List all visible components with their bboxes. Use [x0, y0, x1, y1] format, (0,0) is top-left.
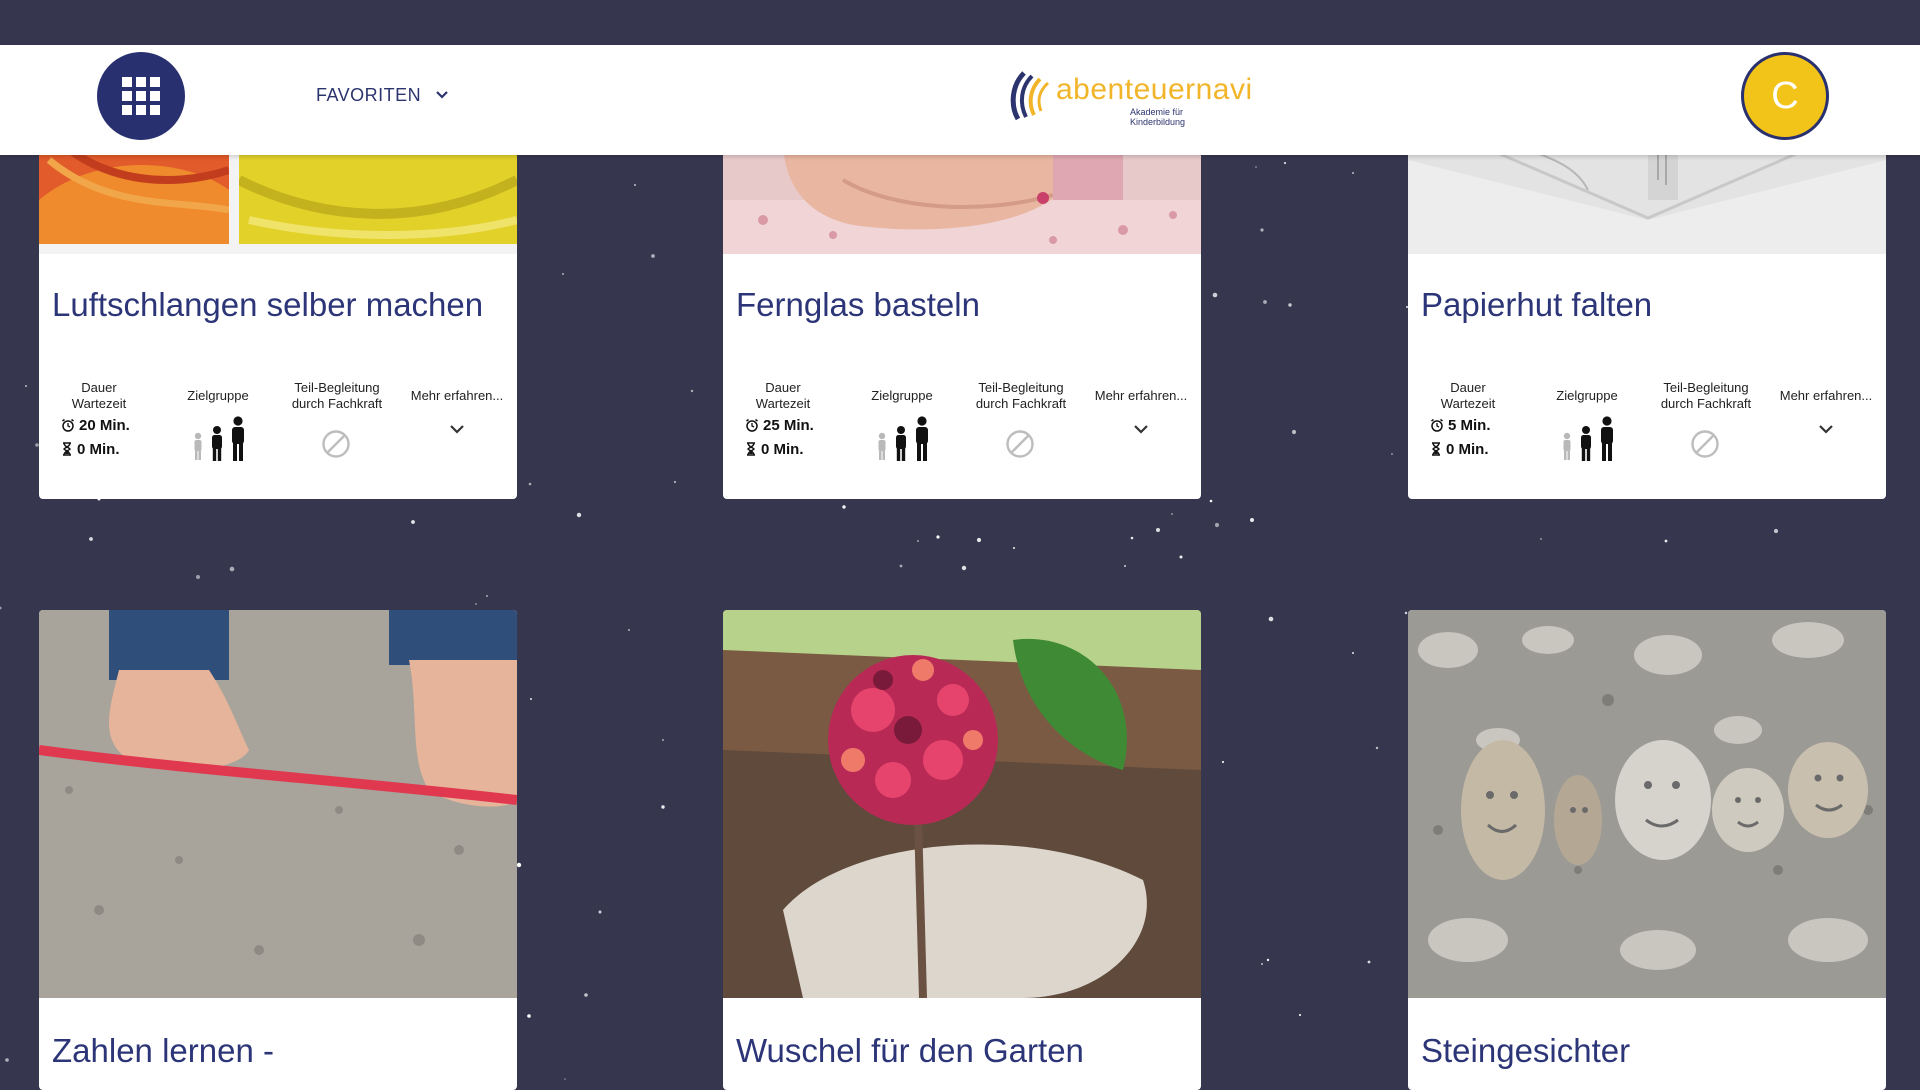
duration-value: 5 Min.	[1448, 417, 1491, 434]
more-info-column[interactable]: Mehr erfahren...	[1766, 380, 1886, 434]
paper-hat-photo	[1408, 140, 1886, 254]
grid-icon	[122, 77, 160, 115]
not-available-icon	[322, 430, 350, 458]
user-avatar[interactable]: C	[1741, 52, 1829, 140]
wait-label: Wartezeit	[71, 396, 127, 411]
avatar-initial: C	[1771, 74, 1799, 117]
activity-card[interactable]: Fernglas basteln Dauer Wartezeit 25 Min.…	[723, 140, 1201, 499]
logo-mark-icon	[1010, 71, 1050, 121]
streamers-photo	[39, 140, 517, 254]
target-group-people-icon	[194, 416, 244, 461]
activity-card[interactable]: Zahlen lernen -	[39, 610, 517, 1090]
wool-pompom-photo	[723, 610, 1201, 998]
target-group-people-icon	[878, 416, 928, 461]
favorites-dropdown[interactable]: FAVORITEN	[316, 83, 449, 107]
activity-info-row: Dauer Wartezeit 20 Min. 0 Min. Zielgrupp…	[39, 380, 517, 485]
duration-value: 20 Min.	[79, 417, 130, 434]
guidance-label-1: Teil-Begleitung	[294, 380, 380, 395]
binoculars-photo	[723, 140, 1201, 254]
chevron-down-icon[interactable]	[1131, 422, 1151, 436]
guidance-label-1: Teil-Begleitung	[978, 380, 1064, 395]
wait-value: 0 Min.	[761, 441, 804, 458]
wait-label: Wartezeit	[755, 396, 811, 411]
target-group-column: Zielgruppe	[1527, 380, 1647, 461]
wait-value-row: 0 Min.	[745, 442, 845, 458]
hourglass-icon	[1432, 442, 1440, 456]
activity-title[interactable]: Zahlen lernen -	[52, 1032, 274, 1070]
chevron-down-icon[interactable]	[1816, 422, 1836, 436]
alarm-clock-icon	[746, 418, 758, 432]
apps-menu-button[interactable]	[97, 52, 185, 140]
wait-value-row: 0 Min.	[1430, 442, 1530, 458]
guidance-label-2: durch Fachkraft	[1660, 396, 1752, 411]
activity-card[interactable]: Luftschlangen selber machen Dauer Wartez…	[39, 140, 517, 499]
target-group-column: Zielgruppe	[842, 380, 962, 461]
duration-label: Dauer	[81, 380, 117, 395]
duration-value-row: 20 Min.	[61, 418, 161, 434]
logo-subtitle: Akademie für Kinderbildung	[1130, 107, 1186, 127]
target-group-label: Zielgruppe	[871, 388, 933, 403]
wait-value: 0 Min.	[77, 441, 120, 458]
activity-title[interactable]: Steingesichter	[1421, 1032, 1630, 1070]
more-info-column[interactable]: Mehr erfahren...	[1081, 380, 1201, 434]
alarm-clock-icon	[1431, 418, 1443, 432]
activity-card[interactable]: Steingesichter	[1408, 610, 1886, 1090]
hourglass-icon	[63, 442, 71, 456]
activity-title[interactable]: Papierhut falten	[1421, 286, 1652, 324]
guidance-column: Teil-Begleitung durch Fachkraft	[1646, 380, 1766, 458]
activity-card[interactable]: Papierhut falten Dauer Wartezeit 5 Min. …	[1408, 140, 1886, 499]
duration-label: Dauer	[1450, 380, 1486, 395]
guidance-label-2: durch Fachkraft	[291, 396, 383, 411]
activity-info-row: Dauer Wartezeit 25 Min. 0 Min. Zielgrupp…	[723, 380, 1201, 485]
not-available-icon	[1006, 430, 1034, 458]
more-info-label: Mehr erfahren...	[1779, 388, 1873, 403]
more-info-label: Mehr erfahren...	[410, 388, 504, 403]
wait-value: 0 Min.	[1446, 441, 1489, 458]
not-available-icon	[1691, 430, 1719, 458]
guidance-label-2: durch Fachkraft	[975, 396, 1067, 411]
wait-value-row: 0 Min.	[61, 442, 161, 458]
activity-title[interactable]: Luftschlangen selber machen	[52, 286, 483, 324]
stone-faces-photo	[1408, 610, 1886, 998]
wait-label: Wartezeit	[1440, 396, 1496, 411]
barefoot-rope-photo	[39, 610, 517, 998]
duration-column: Dauer Wartezeit 25 Min. 0 Min.	[723, 380, 843, 458]
top-navigation-bar: FAVORITEN abenteuernavi Akademie für Kin…	[0, 45, 1920, 155]
chevron-down-icon	[436, 91, 448, 99]
target-group-column: Zielgruppe	[158, 380, 278, 461]
duration-value-row: 5 Min.	[1430, 418, 1530, 434]
duration-column: Dauer Wartezeit 5 Min. 0 Min.	[1408, 380, 1528, 458]
chevron-down-icon[interactable]	[447, 422, 467, 436]
favorites-label: FAVORITEN	[316, 84, 422, 105]
duration-value: 25 Min.	[763, 417, 814, 434]
target-group-label: Zielgruppe	[1556, 388, 1618, 403]
abenteuernavi-logo[interactable]: abenteuernavi Akademie für Kinderbildung	[1010, 67, 1252, 127]
more-info-label: Mehr erfahren...	[1094, 388, 1188, 403]
more-info-column[interactable]: Mehr erfahren...	[397, 380, 517, 434]
duration-column: Dauer Wartezeit 20 Min. 0 Min.	[39, 380, 159, 458]
activity-title[interactable]: Wuschel für den Garten	[736, 1032, 1084, 1070]
duration-value-row: 25 Min.	[745, 418, 845, 434]
alarm-clock-icon	[62, 418, 74, 432]
guidance-column: Teil-Begleitung durch Fachkraft	[961, 380, 1081, 458]
target-group-people-icon	[1563, 416, 1613, 461]
hourglass-icon	[747, 442, 755, 456]
duration-label: Dauer	[765, 380, 801, 395]
target-group-label: Zielgruppe	[187, 388, 249, 403]
guidance-column: Teil-Begleitung durch Fachkraft	[277, 380, 397, 458]
activity-card[interactable]: Wuschel für den Garten	[723, 610, 1201, 1090]
activity-info-row: Dauer Wartezeit 5 Min. 0 Min. Zielgruppe	[1408, 380, 1886, 485]
logo-text: abenteuernavi	[1056, 73, 1253, 106]
activity-title[interactable]: Fernglas basteln	[736, 286, 980, 324]
guidance-label-1: Teil-Begleitung	[1663, 380, 1749, 395]
